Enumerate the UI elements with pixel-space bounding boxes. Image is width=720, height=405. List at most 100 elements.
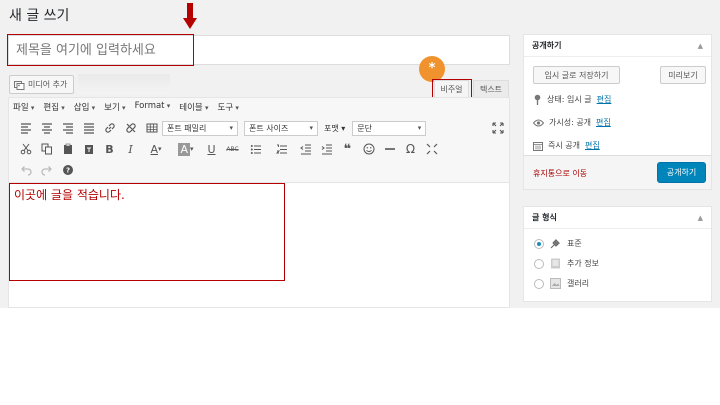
add-media-button[interactable]: 미디어 추가: [9, 75, 75, 94]
media-icon: [14, 80, 25, 90]
status-edit-link[interactable]: 편집: [597, 94, 612, 105]
preview-button[interactable]: 미리보기: [660, 66, 706, 84]
publish-panel-title: 공개하기: [532, 41, 562, 50]
format-select[interactable]: 포맷 ▾: [324, 123, 345, 134]
format-option-label: 추가 정보: [567, 259, 599, 268]
align-right-icon[interactable]: [57, 120, 78, 136]
toolbar-row-3: ?: [15, 162, 78, 178]
distraction-free-icon[interactable]: [421, 141, 442, 157]
eye-icon: [533, 119, 544, 126]
paragraph-select[interactable]: 문단: [352, 120, 427, 136]
undo-icon[interactable]: [15, 162, 36, 178]
menu-tools[interactable]: 도구: [218, 101, 239, 113]
add-media-label: 미디어 추가: [28, 80, 68, 89]
special-char-button[interactable]: Ω: [400, 141, 421, 157]
font-family-select[interactable]: 폰트 패밀리: [162, 120, 238, 136]
format-label: 포맷: [324, 123, 339, 133]
toolbar-row-2: B I A ▾ A ▾ U ABC ❝ Ω: [15, 141, 442, 157]
menu-view[interactable]: 보기: [104, 101, 125, 113]
visibility-edit-link[interactable]: 편집: [596, 117, 611, 128]
status-row: 상태: 임시 글 편집: [533, 94, 611, 105]
content-annotation-text: 이곳에 글을 적습니다.: [14, 188, 125, 202]
numbered-list-icon[interactable]: [269, 141, 295, 157]
format-option-gallery[interactable]: 갤러리: [534, 278, 589, 289]
trash-link[interactable]: 휴지통으로 이동: [533, 168, 587, 179]
cut-icon[interactable]: [15, 141, 36, 157]
format-option-label: 표준: [567, 239, 582, 248]
text-color-button[interactable]: A ▾: [141, 141, 171, 157]
svg-text:?: ?: [65, 167, 69, 175]
help-icon[interactable]: ?: [57, 162, 78, 178]
italic-button[interactable]: I: [120, 141, 141, 157]
paragraph-label: 문단: [357, 123, 373, 133]
status-label: 상태: 임시 글: [547, 95, 592, 104]
font-size-select[interactable]: 폰트 사이즈: [244, 120, 318, 136]
paste-icon[interactable]: [57, 141, 78, 157]
schedule-edit-link[interactable]: 편집: [585, 140, 600, 151]
gallery-icon: [550, 278, 561, 289]
format-panel-header[interactable]: 글 형식 ▲: [524, 207, 711, 229]
schedule-label: 즉시 공개: [548, 141, 580, 150]
collapse-icon[interactable]: ▲: [698, 214, 703, 222]
fullscreen-icon[interactable]: [487, 120, 508, 136]
bullet-list-icon[interactable]: [243, 141, 269, 157]
format-option-aside[interactable]: 추가 정보: [534, 258, 599, 269]
toolbar-row-1: 폰트 패밀리 폰트 사이즈 포맷 ▾ 문단: [15, 120, 432, 136]
blockquote-button[interactable]: ❝: [337, 141, 358, 157]
editor-toolbar: 파일 편집 삽입 보기 Format 테이블 도구 폰트 패밀리 폰트 사이즈 …: [9, 98, 509, 183]
publish-panel: 공개하기 ▲ 임시 글로 저장하기 미리보기 상태: 임시 글 편집 가시성: …: [523, 34, 712, 190]
editor-menubar: 파일 편집 삽입 보기 Format 테이블 도구: [13, 101, 239, 113]
format-option-standard[interactable]: 표준: [534, 238, 582, 249]
outdent-icon[interactable]: [295, 141, 316, 157]
publish-button[interactable]: 공개하기: [657, 162, 706, 183]
menu-table[interactable]: 테이블: [179, 101, 208, 113]
underline-button[interactable]: U: [201, 141, 222, 157]
format-panel-title: 글 형식: [532, 213, 557, 222]
paste-text-icon[interactable]: [78, 141, 99, 157]
calendar-icon: [533, 141, 543, 151]
align-center-icon[interactable]: [36, 120, 57, 136]
highlight-button[interactable]: A ▾: [171, 141, 201, 157]
horizontal-line-icon[interactable]: [379, 141, 400, 157]
menu-file[interactable]: 파일: [13, 101, 34, 113]
blurred-region: [78, 74, 170, 94]
link-icon[interactable]: [99, 120, 120, 136]
publish-panel-header[interactable]: 공개하기 ▲: [524, 35, 711, 57]
save-draft-button[interactable]: 임시 글로 저장하기: [533, 66, 620, 84]
visibility-label: 가시성: 공개: [549, 118, 592, 127]
strikethrough-button[interactable]: ABC: [222, 141, 243, 157]
radio-unselected[interactable]: [534, 278, 544, 289]
format-panel: 글 형식 ▲ 표준 추가 정보 갤러리: [523, 206, 712, 302]
radio-unselected[interactable]: [534, 258, 544, 269]
format-option-label: 갤러리: [567, 279, 590, 288]
pin-icon: [534, 94, 541, 105]
menu-edit[interactable]: 편집: [43, 101, 64, 113]
schedule-row: 즉시 공개 편집: [533, 140, 600, 151]
collapse-icon[interactable]: ▲: [698, 42, 703, 50]
publish-actions: 휴지통으로 이동 공개하기: [524, 155, 711, 189]
emoticon-icon[interactable]: [358, 141, 379, 157]
indent-icon[interactable]: [316, 141, 337, 157]
align-justify-icon[interactable]: [78, 120, 99, 136]
font-size-label: 폰트 사이즈: [249, 123, 289, 133]
redo-icon[interactable]: [36, 162, 57, 178]
menu-format[interactable]: Format: [135, 101, 171, 113]
tab-text[interactable]: 텍스트: [473, 80, 509, 97]
font-family-label: 폰트 패밀리: [167, 123, 207, 133]
highlight-label: A: [178, 142, 190, 156]
page-title: 새 글 쓰기: [9, 8, 70, 24]
align-left-icon[interactable]: [15, 120, 36, 136]
title-highlight-box: [7, 34, 194, 66]
menu-insert[interactable]: 삽입: [74, 101, 95, 113]
table-icon[interactable]: [141, 120, 162, 136]
unlink-icon[interactable]: [120, 120, 141, 136]
pin-icon: [550, 239, 560, 249]
visibility-row: 가시성: 공개 편집: [533, 117, 611, 128]
copy-icon[interactable]: [36, 141, 57, 157]
document-icon: [551, 258, 560, 269]
down-arrow-icon: [183, 3, 197, 29]
radio-selected[interactable]: [534, 238, 544, 249]
wordpress-editor-screen: 새 글 쓰기 * 미디어 추가 비주얼 텍스트 파일 편집 삽입 보기 Form…: [0, 0, 720, 308]
text-color-label: A: [150, 142, 158, 156]
bold-button[interactable]: B: [99, 141, 120, 157]
